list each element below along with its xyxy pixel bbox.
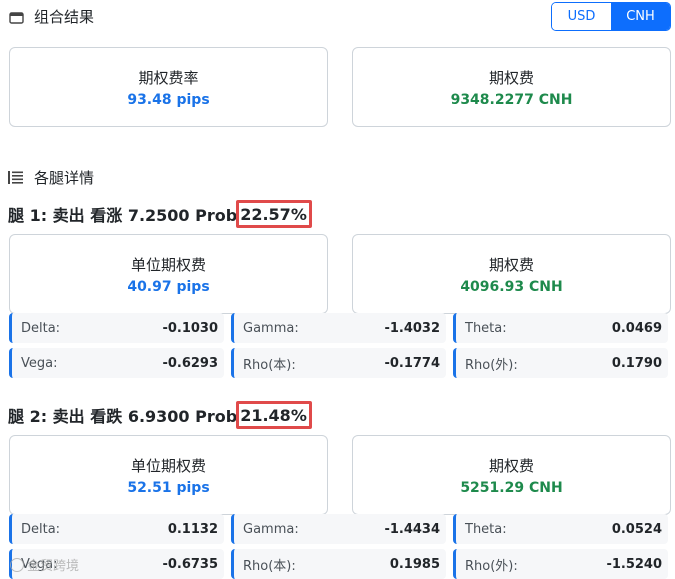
greek-name: Rho(外): xyxy=(465,357,518,373)
leg-2-title-text: 腿 2: 卖出 看跌 6.9300 Prob xyxy=(8,407,238,426)
list-icon xyxy=(8,170,24,186)
leg-1-greek-theta: Theta: 0.0469 xyxy=(453,313,668,343)
greek-value: 0.0469 xyxy=(611,320,662,336)
greek-value: 0.0524 xyxy=(611,521,662,537)
leg-1-greek-rho-domestic: Rho(本): -0.1774 xyxy=(231,348,446,378)
leg-2-title: 腿 2: 卖出 看跌 6.9300 Prob 21.48% xyxy=(8,401,312,429)
greek-value: 0.1790 xyxy=(611,355,662,371)
greek-name: Vega: xyxy=(21,355,58,371)
greek-value: -0.6735 xyxy=(162,556,218,572)
leg-1-premium-card: 期权费 4096.93 CNH xyxy=(352,234,671,314)
leg-2-greek-rho-domestic: Rho(本): 0.1985 xyxy=(231,549,446,579)
leg-1-unit-premium-value: 40.97 pips xyxy=(127,278,210,295)
leg-2-greek-rho-foreign: Rho(外): -1.5240 xyxy=(453,549,668,579)
greek-value: -0.1030 xyxy=(162,320,218,336)
leg-2-greek-gamma: Gamma: -1.4434 xyxy=(231,514,446,544)
option-premium-label: 期权费 xyxy=(488,68,534,87)
leg-1-greek-rho-foreign: Rho(外): 0.1790 xyxy=(453,348,668,378)
leg-2-premium-label: 期权费 xyxy=(488,456,534,475)
option-premium-card: 期权费 9348.2277 CNH xyxy=(352,47,671,127)
leg-1-greek-delta: Delta: -0.1030 xyxy=(9,313,224,343)
greek-value: 0.1132 xyxy=(167,521,218,537)
cnh-option-button[interactable]: CNH xyxy=(611,3,670,30)
leg-1-title-text: 腿 1: 卖出 看涨 7.2500 Prob xyxy=(8,206,238,225)
leg-1-title: 腿 1: 卖出 看涨 7.2500 Prob 22.57% xyxy=(8,200,312,228)
greek-name: Rho(本): xyxy=(243,558,296,574)
currency-toggle: USD CNH xyxy=(551,2,671,31)
leg-2-greek-delta: Delta: 0.1132 xyxy=(9,514,224,544)
leg-1-premium-value: 4096.93 CNH xyxy=(460,278,563,295)
greek-name: Delta: xyxy=(21,521,61,537)
leg-2-unit-premium-card: 单位期权费 52.51 pips xyxy=(9,435,328,515)
option-rate-value: 93.48 pips xyxy=(127,91,210,108)
greek-name: Theta: xyxy=(465,521,507,537)
usd-option-button[interactable]: USD xyxy=(552,3,611,30)
greek-name: Gamma: xyxy=(243,521,299,537)
leg-2-greek-theta: Theta: 0.0524 xyxy=(453,514,668,544)
leg-2-unit-premium-value: 52.51 pips xyxy=(127,479,210,496)
greek-name: Theta: xyxy=(465,320,507,336)
greek-name: Delta: xyxy=(21,320,61,336)
leg-1-greek-gamma: Gamma: -1.4032 xyxy=(231,313,446,343)
window-icon xyxy=(8,9,24,25)
option-rate-card: 期权费率 93.48 pips xyxy=(9,47,328,127)
leg-details-header: 各腿详情 xyxy=(8,167,94,188)
greek-value: -1.4434 xyxy=(384,521,440,537)
leg-1-prob-highlight: 22.57% xyxy=(236,200,312,228)
greek-value: -0.1774 xyxy=(384,355,440,371)
leg-1-premium-label: 期权费 xyxy=(488,255,534,274)
leg-1-unit-premium-label: 单位期权费 xyxy=(130,255,206,274)
greek-value: -0.6293 xyxy=(162,355,218,371)
watermark: 金贸跨境 xyxy=(10,555,79,574)
option-rate-label: 期权费率 xyxy=(138,68,199,87)
leg-1-greek-vega: Vega: -0.6293 xyxy=(9,348,224,378)
greek-value: -1.4032 xyxy=(384,320,440,336)
leg-2-premium-value: 5251.29 CNH xyxy=(460,479,563,496)
greek-value: 0.1985 xyxy=(389,556,440,572)
leg-details-title: 各腿详情 xyxy=(34,169,95,187)
greek-name: Gamma: xyxy=(243,320,299,336)
leg-2-prob-highlight: 21.48% xyxy=(236,401,312,429)
combo-results-header: 组合结果 xyxy=(8,6,94,27)
watermark-text: 金贸跨境 xyxy=(27,559,80,574)
leg-2-unit-premium-label: 单位期权费 xyxy=(130,456,206,475)
option-premium-value: 9348.2277 CNH xyxy=(450,91,573,108)
leg-2-premium-card: 期权费 5251.29 CNH xyxy=(352,435,671,515)
greek-name: Rho(本): xyxy=(243,357,296,373)
combo-results-title: 组合结果 xyxy=(34,8,95,26)
greek-name: Rho(外): xyxy=(465,558,518,574)
greek-value: -1.5240 xyxy=(606,556,662,572)
leg-1-unit-premium-card: 单位期权费 40.97 pips xyxy=(9,234,328,314)
watermark-logo-icon xyxy=(10,557,24,572)
